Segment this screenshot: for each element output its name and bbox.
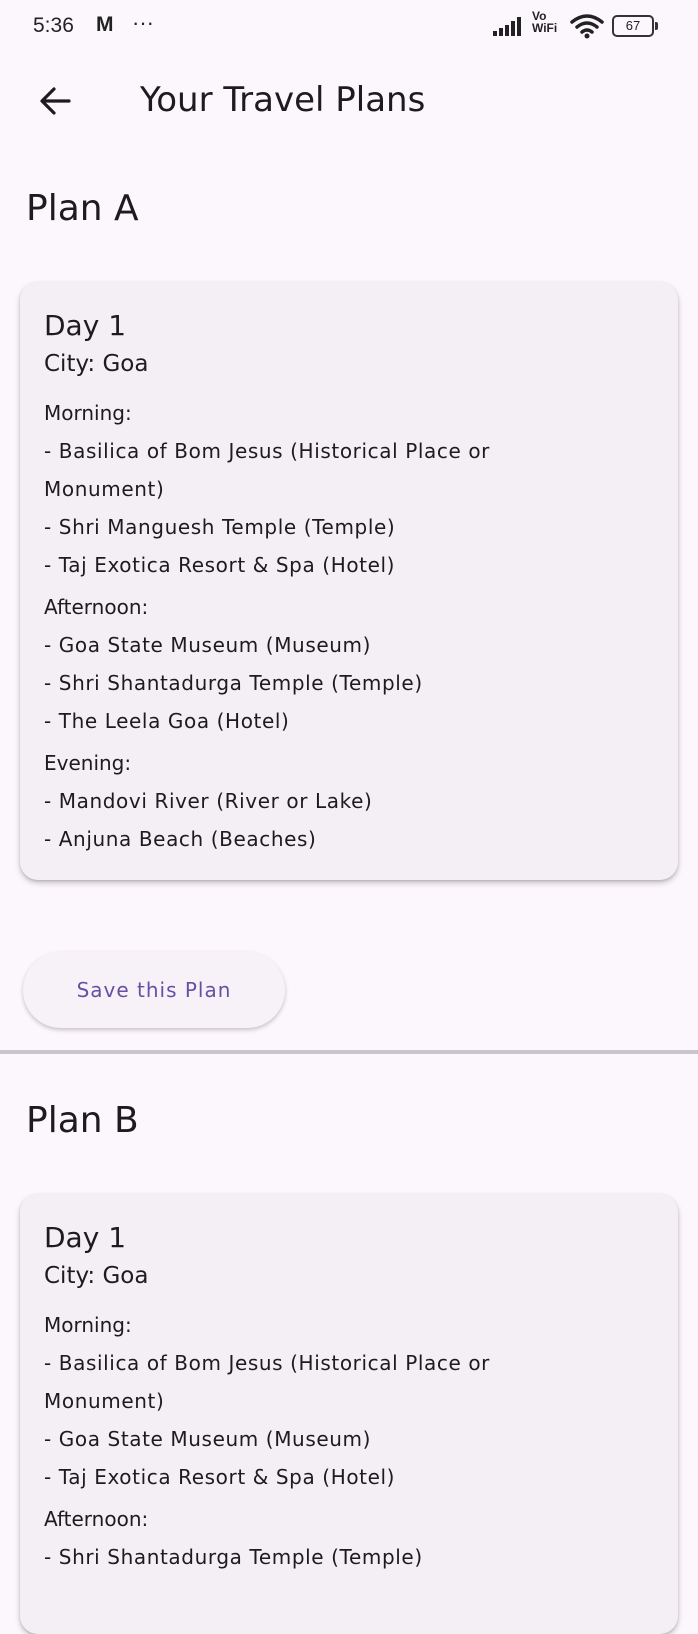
afternoon-label: Afternoon: <box>44 595 149 619</box>
activity-item: - Goa State Museum (Museum) <box>44 1427 372 1451</box>
status-time: 5:36 <box>33 14 74 37</box>
arrow-back-icon <box>40 87 71 115</box>
day-title: Day 1 <box>44 1221 127 1254</box>
city-line: City: Goa <box>44 351 149 377</box>
status-bar: 5:36 M ··· Vo WiFi 67 <box>0 0 698 52</box>
activity-item: - Taj Exotica Resort & Spa (Hotel) <box>44 1465 396 1489</box>
activity-item: - Taj Exotica Resort & Spa (Hotel) <box>44 553 396 577</box>
city-line: City: Goa <box>44 1263 149 1289</box>
activity-item: - Mandovi River (River or Lake) <box>44 789 373 813</box>
more-notifications-icon: ··· <box>132 10 154 35</box>
plan-divider <box>0 1050 698 1054</box>
battery-icon: 67 <box>612 15 658 37</box>
activity-item: - Shri Manguesh Temple (Temple) <box>44 515 396 539</box>
activity-item: - Basilica of Bom Jesus (Historical Plac… <box>44 1351 490 1375</box>
plan-a-day-card: Day 1 City: Goa Morning: - Basilica of B… <box>20 282 678 880</box>
morning-label: Morning: <box>44 1313 132 1337</box>
morning-label: Morning: <box>44 401 132 425</box>
activity-item: - Basilica of Bom Jesus (Historical Plac… <box>44 439 490 463</box>
battery-level: 67 <box>625 18 641 33</box>
back-button[interactable] <box>30 76 80 126</box>
activity-item: - Anjuna Beach (Beaches) <box>44 827 317 851</box>
activity-item: - Shri Shantadurga Temple (Temple) <box>44 671 423 695</box>
gmail-notification-icon: M <box>96 13 114 36</box>
vowifi-bottom-label: WiFi <box>532 21 558 35</box>
activity-item: Monument) <box>44 477 165 501</box>
day-title: Day 1 <box>44 309 127 342</box>
plan-b-heading: Plan B <box>26 1100 139 1141</box>
afternoon-label: Afternoon: <box>44 1507 149 1531</box>
plan-b-day-card: Day 1 City: Goa Morning: - Basilica of B… <box>20 1194 678 1634</box>
vowifi-icon: Vo WiFi <box>532 10 557 34</box>
page-title: Your Travel Plans <box>140 80 426 120</box>
activity-item: - Shri Shantadurga Temple (Temple) <box>44 1545 423 1569</box>
save-plan-button[interactable]: Save this Plan <box>23 952 285 1028</box>
evening-label: Evening: <box>44 751 132 775</box>
activity-item: - The Leela Goa (Hotel) <box>44 709 290 733</box>
wifi-icon <box>570 14 604 39</box>
activity-item: - Goa State Museum (Museum) <box>44 633 372 657</box>
plan-a-heading: Plan A <box>26 188 139 229</box>
signal-strength-icon <box>493 17 521 36</box>
app-bar: Your Travel Plans <box>0 58 698 146</box>
activity-item: Monument) <box>44 1389 165 1413</box>
